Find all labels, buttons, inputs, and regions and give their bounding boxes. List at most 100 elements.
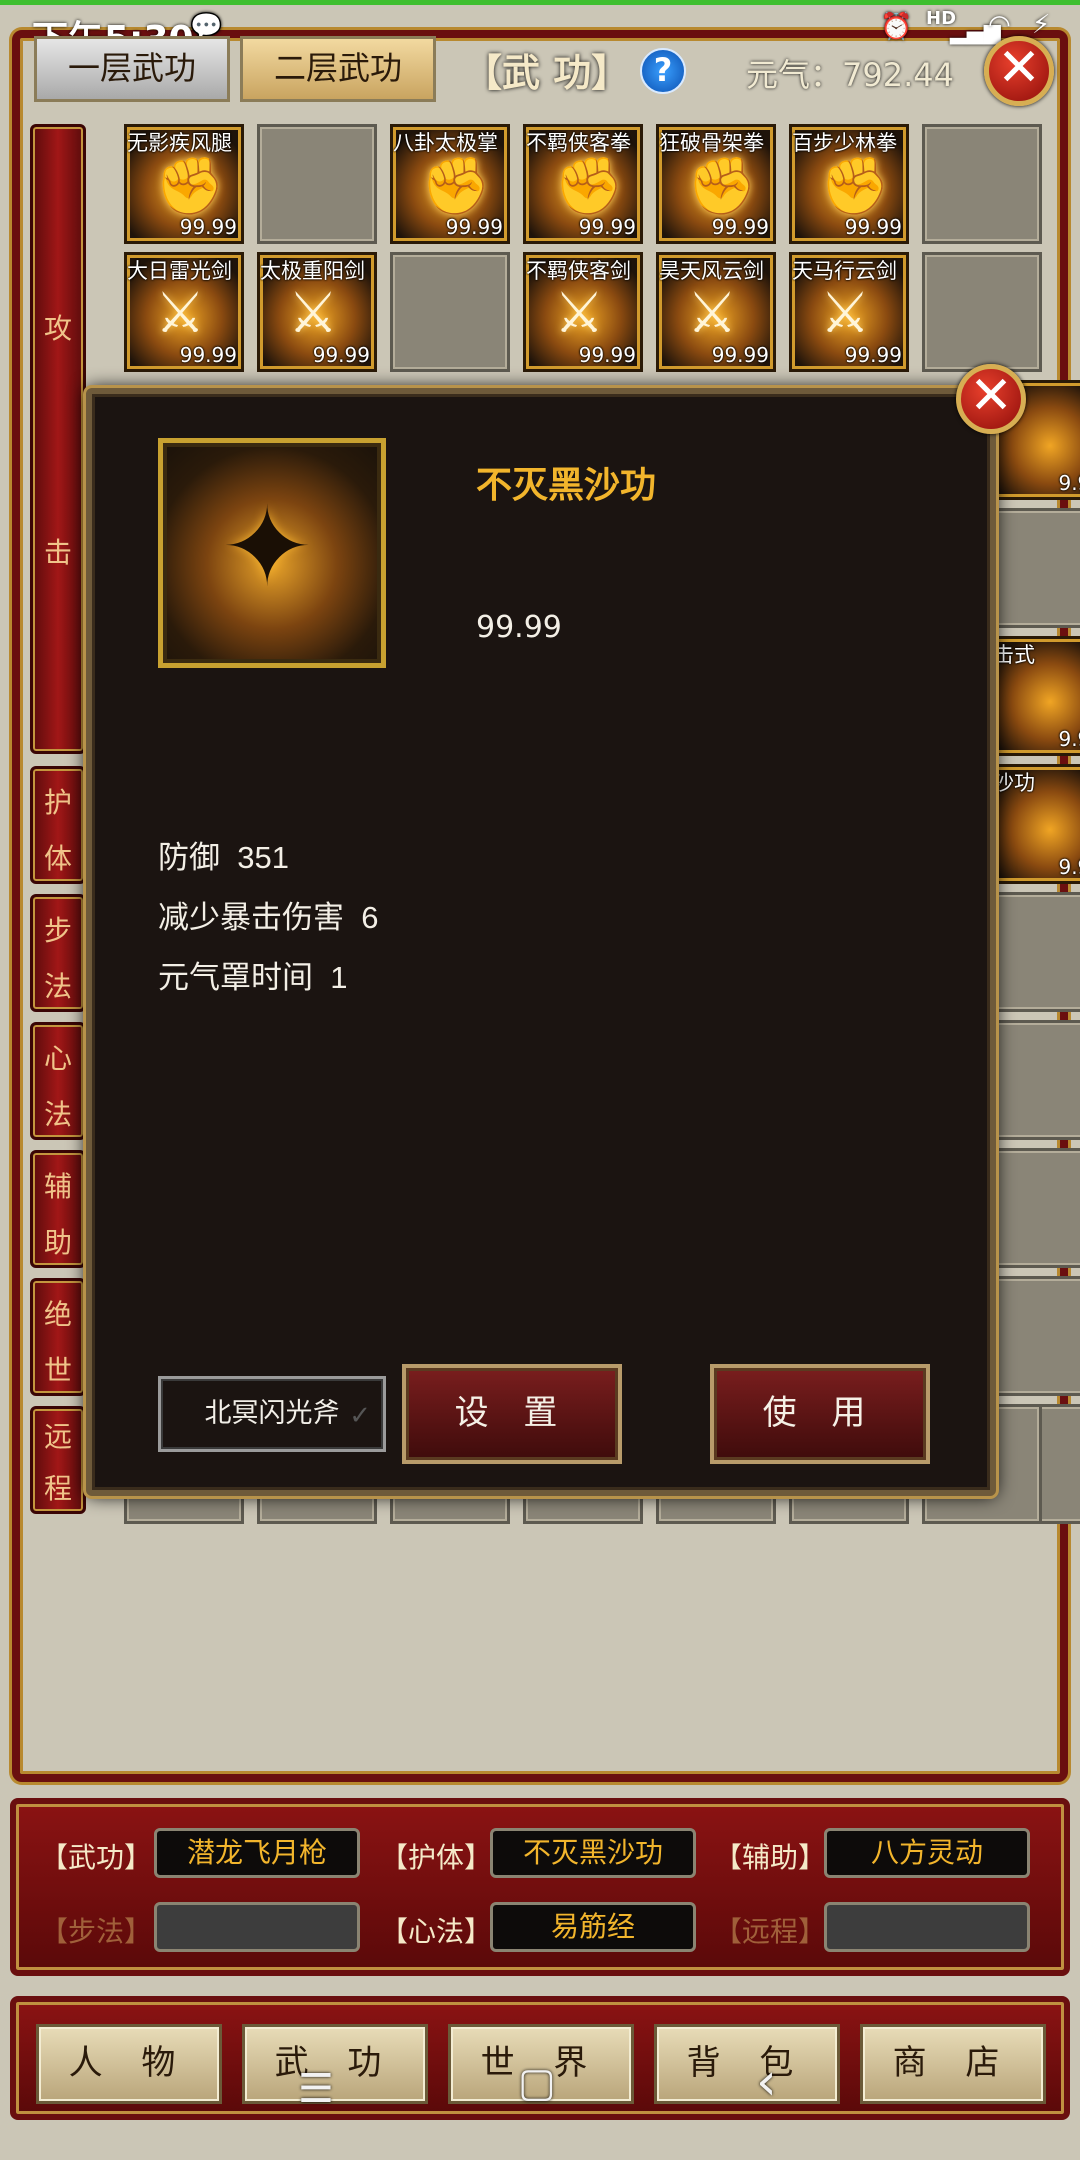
equip-slot-huti[interactable]: 不灭黑沙功 — [490, 1828, 696, 1878]
empty-slot[interactable] — [257, 124, 377, 244]
qi-counter: 元气：792.44 — [746, 56, 954, 94]
category-defense[interactable]: 护 体 — [30, 766, 86, 884]
alarm-icon: ⏰ — [880, 12, 913, 42]
fist-icon: ✊ — [687, 154, 757, 219]
sword-icon: ⚔ — [687, 281, 738, 346]
equip-slot-fuzhu[interactable]: 八方灵动 — [824, 1828, 1030, 1878]
close-panel-button[interactable]: ✕ — [984, 36, 1054, 106]
nav-shop[interactable]: 商 店 — [860, 2024, 1046, 2104]
stat-defense: 防御 351 — [158, 832, 289, 877]
empty-slot[interactable] — [990, 1020, 1080, 1140]
nav-martial-arts[interactable]: 武 功 — [242, 2024, 428, 2104]
help-button[interactable]: ? — [640, 48, 686, 94]
stat-label: 元气罩时间 — [158, 960, 313, 995]
nav-bag[interactable]: 背 包 — [654, 2024, 840, 2104]
skill-level: 99.99 — [578, 343, 636, 367]
skill-name: 百步少林拳 — [792, 132, 897, 155]
skill-slot-r2-2[interactable]: ⚔ 太极重阳剑 99.99 — [257, 252, 377, 372]
stat-value: 6 — [361, 900, 379, 935]
empty-slot[interactable] — [990, 1276, 1080, 1396]
empty-slot[interactable] — [990, 892, 1080, 1012]
skill-name: 击式 — [993, 644, 1035, 667]
category-footwork-label-2: 法 — [43, 970, 72, 1003]
game-screen: 下午5:30 💬 ⏰ HD ▂▄▆ ◠ ⚡ 一层武功 二层武功 【武 功】 ? … — [0, 0, 1080, 2160]
equip-label-fuzhu: 【辅助】 — [714, 1842, 827, 1873]
back-icon[interactable]: ‹ — [756, 2052, 777, 2112]
skill-level: 99.99 — [844, 343, 902, 367]
category-assist[interactable]: 辅 助 — [30, 1150, 86, 1268]
stat-shield-time: 元气罩时间 1 — [158, 952, 347, 997]
equip-slot-bufa[interactable] — [154, 1902, 360, 1952]
fighter-icon: ✦ — [221, 483, 314, 611]
empty-slot[interactable] — [990, 508, 1080, 628]
set-button[interactable]: 设 置 — [402, 1364, 622, 1464]
empty-slot[interactable] — [990, 1148, 1080, 1268]
empty-slot[interactable] — [922, 124, 1042, 244]
category-ranged[interactable]: 远 程 — [30, 1406, 86, 1514]
tab-layer-two[interactable]: 二层武功 — [240, 36, 436, 102]
category-ultimate[interactable]: 绝 世 — [30, 1278, 86, 1396]
sword-icon: ⚔ — [554, 281, 605, 346]
skill-level: 9.99 — [1058, 727, 1080, 751]
category-defense-label-1: 护 — [43, 786, 72, 819]
category-ranged-label-2: 程 — [43, 1472, 72, 1505]
skill-slot-r1-1[interactable]: ✊ 无影疾风腿 99.99 — [124, 124, 244, 244]
skill-name: 不羁侠客拳 — [526, 132, 631, 155]
status-line — [0, 0, 1080, 5]
category-mind[interactable]: 心 法 — [30, 1022, 86, 1140]
category-mind-label-1: 心 — [43, 1042, 72, 1075]
use-button[interactable]: 使 用 — [710, 1364, 930, 1464]
stat-crit-reduction: 减少暴击伤害 6 — [158, 892, 378, 937]
skill-slot-r1-5[interactable]: ✊ 狂破骨架拳 99.99 — [656, 124, 776, 244]
stat-label: 防御 — [158, 840, 220, 875]
empty-slot[interactable] — [390, 252, 510, 372]
home-icon[interactable]: ▢ — [518, 2060, 556, 2106]
fist-icon: ✊ — [155, 154, 225, 219]
menu-icon[interactable]: ☰ — [298, 2066, 334, 2112]
skill-level: 99.99 — [844, 215, 902, 239]
skill-slot-r2-6[interactable]: ⚔ 天马行云剑 99.99 — [789, 252, 909, 372]
category-mind-label-2: 法 — [43, 1098, 72, 1131]
skill-level: 9.99 — [1058, 855, 1080, 879]
category-assist-label-2: 助 — [43, 1226, 72, 1259]
category-ultimate-label-1: 绝 — [43, 1298, 72, 1331]
category-defense-label-2: 体 — [43, 842, 72, 875]
skill-slot-r2-1[interactable]: ⚔ 大日雷光剑 99.99 — [124, 252, 244, 372]
skill-name: 太极重阳剑 — [260, 260, 365, 283]
category-attack[interactable]: 攻 击 — [30, 124, 86, 754]
stat-label: 减少暴击伤害 — [158, 900, 344, 935]
skill-name: 沙功 — [993, 772, 1035, 795]
category-attack-label-2: 击 — [43, 536, 72, 569]
skill-slot-r2-4[interactable]: ⚔ 不羁侠客剑 99.99 — [523, 252, 643, 372]
close-dialog-button[interactable]: ✕ — [956, 364, 1026, 434]
skill-slot-partial[interactable]: 击式 9.99 — [990, 636, 1080, 756]
category-footwork[interactable]: 步 法 — [30, 894, 86, 1012]
check-icon: ✓ — [349, 1401, 371, 1431]
equip-slot-wugong[interactable]: 潜龙飞月枪 — [154, 1828, 360, 1878]
skill-slot-r1-6[interactable]: ✊ 百步少林拳 99.99 — [789, 124, 909, 244]
sword-icon: ⚔ — [820, 281, 871, 346]
fist-icon: ✊ — [421, 154, 491, 219]
skill-name: 天马行云剑 — [792, 260, 897, 283]
skill-name: 狂破骨架拳 — [659, 132, 764, 155]
equip-label-bufa: 【步法】 — [40, 1916, 153, 1947]
skill-slot-r1-4[interactable]: ✊ 不羁侠客拳 99.99 — [523, 124, 643, 244]
skill-select-dropdown[interactable]: 北冥闪光斧 ✓ — [158, 1376, 386, 1452]
skill-slot-r1-3[interactable]: ✊ 八卦太极掌 99.99 — [390, 124, 510, 244]
skill-name: 无影疾风腿 — [127, 132, 232, 155]
wifi-icon: ◠ — [988, 10, 1011, 40]
skill-name: 八卦太极掌 — [393, 132, 498, 155]
equip-slot-yuancheng[interactable] — [824, 1902, 1030, 1952]
tab-layer-one[interactable]: 一层武功 — [34, 36, 230, 102]
skill-slot-partial[interactable]: 沙功 9.99 — [990, 764, 1080, 884]
skill-level: 99.99 — [312, 343, 370, 367]
nav-character[interactable]: 人 物 — [36, 2024, 222, 2104]
stat-value: 351 — [237, 840, 289, 875]
fist-icon: ✊ — [820, 154, 890, 219]
skill-portrait: ✦ — [158, 438, 386, 668]
equip-slot-xinfa[interactable]: 易筋经 — [490, 1902, 696, 1952]
empty-slot[interactable] — [922, 252, 1042, 372]
fist-icon: ✊ — [554, 154, 624, 219]
skill-slot-r2-5[interactable]: ⚔ 昊天风云剑 99.99 — [656, 252, 776, 372]
close-icon: ✕ — [997, 38, 1041, 98]
